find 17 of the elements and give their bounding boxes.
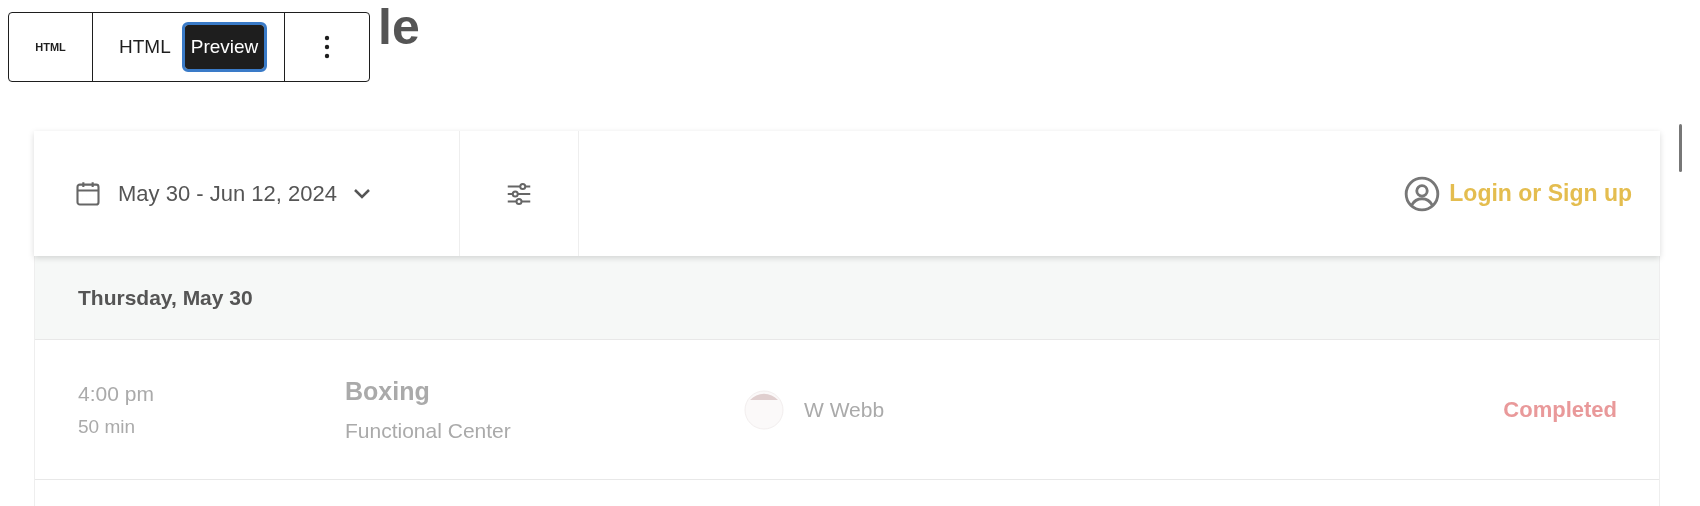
class-status: Completed (1503, 396, 1617, 424)
calendar-icon (74, 179, 102, 208)
class-location: Functional Center (345, 417, 512, 444)
scrollbar-thumb[interactable] (1679, 124, 1682, 172)
page-title: le (378, 2, 420, 52)
class-duration: 50 min (78, 415, 137, 439)
class-name: Boxing (345, 376, 431, 407)
more-icon (324, 35, 331, 59)
chevron-down-icon (352, 187, 371, 200)
class-time: 4:00 pm (78, 380, 155, 407)
day-heading: Thursday, May 30 (78, 284, 253, 311)
instructor-name: W Webb (804, 396, 885, 423)
mode-tab[interactable]: HTML (113, 25, 177, 69)
avatar (744, 389, 784, 430)
mode-tab[interactable]: Preview (184, 25, 265, 69)
user-icon (1403, 174, 1442, 213)
block-type-label: HTML (35, 39, 66, 55)
